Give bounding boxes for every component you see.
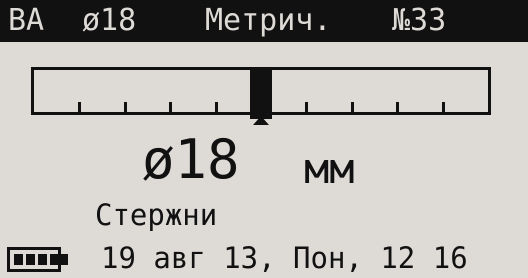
scale-tick xyxy=(260,102,263,112)
scale-tick xyxy=(78,102,81,112)
diameter-reading: ø18 xyxy=(142,128,240,191)
battery-cell xyxy=(14,254,23,265)
reading-unit: мм xyxy=(304,144,355,193)
date-time: 19 авг 13, Пон, 12 16 xyxy=(101,241,468,275)
battery-cell xyxy=(50,254,59,265)
position-pointer-icon xyxy=(253,116,269,125)
lcd-screen: ВА ø18 Метрич. №33 ø18 мм Стержни 19 авг… xyxy=(0,0,528,278)
material-label: Стержни xyxy=(95,198,218,232)
battery-cell xyxy=(26,254,35,265)
battery-cell xyxy=(38,254,47,265)
scale-tick xyxy=(124,102,127,112)
scale-tick xyxy=(215,102,218,112)
diameter-label: ø18 xyxy=(82,3,137,38)
battery-terminal xyxy=(61,254,68,265)
position-scale xyxy=(31,67,491,119)
units-label: Метрич. xyxy=(205,3,332,38)
scale-tick xyxy=(396,102,399,112)
mode-label: ВА xyxy=(8,3,45,38)
scale-tick xyxy=(351,102,354,112)
scale-tick xyxy=(169,102,172,112)
scale-tick xyxy=(442,102,445,112)
battery-full-icon xyxy=(7,247,61,272)
header-bar: ВА ø18 Метрич. №33 xyxy=(0,0,528,42)
unit-number-label: №33 xyxy=(392,3,447,38)
scale-tick xyxy=(305,102,308,112)
